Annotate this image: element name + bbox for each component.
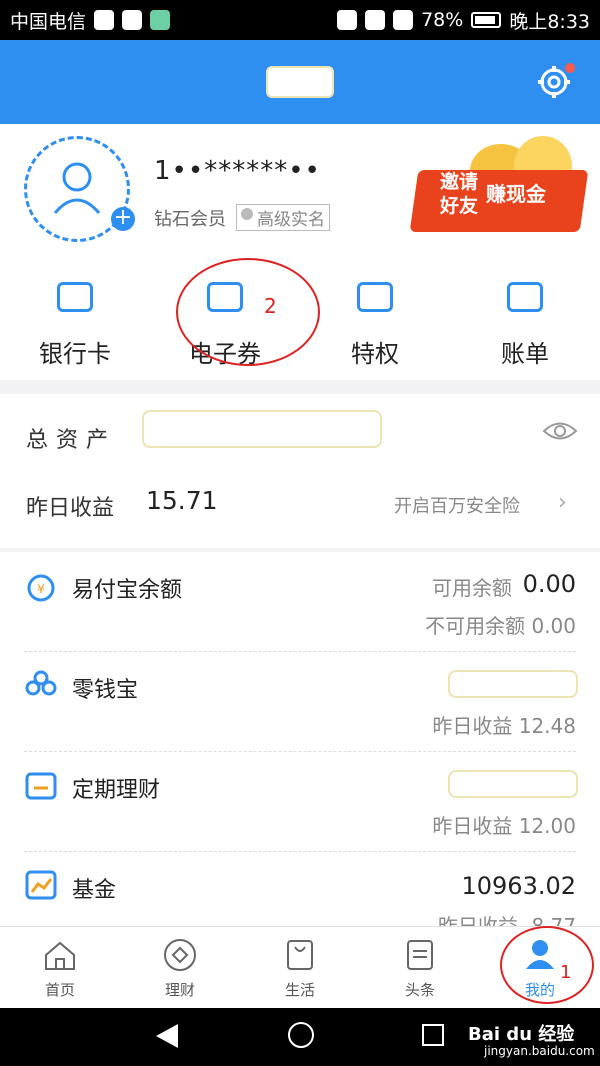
money-bag-icon: ¥ <box>27 574 55 602</box>
battery-percent: 78% <box>421 9 464 31</box>
assets-value-redacted <box>144 412 380 446</box>
status-bar: 中国电信 78% 晚上8:33 <box>0 0 600 40</box>
realname-badge[interactable]: 高级实名 <box>236 204 330 231</box>
notification-dot <box>565 63 575 73</box>
eye-comfort-icon <box>365 10 386 30</box>
home-icon <box>45 941 75 970</box>
carrier-label: 中国电信 <box>10 10 87 33</box>
assets-card: 总资产 昨日收益 15.71 开启百万安全险 › <box>0 394 600 548</box>
watermark: Bai du 经验 <box>468 1024 575 1045</box>
product-value-redacted <box>450 772 576 796</box>
product-name: 零钱宝 <box>72 678 139 703</box>
product-name: 基金 <box>72 878 117 903</box>
app-notification-icon-2 <box>150 10 171 30</box>
quick-label: 特权 <box>351 340 399 368</box>
product-name: 定期理财 <box>72 778 161 803</box>
quick-privilege[interactable]: 特权 <box>300 258 450 380</box>
product-list: ¥ 易付宝余额 可用余额 0.00 不可用余额 0.00 零钱宝 昨日收益 12… <box>0 552 600 926</box>
annotation-circle <box>500 926 594 1004</box>
quick-label: 账单 <box>501 340 549 368</box>
tab-headlines[interactable]: 头条 <box>360 927 480 1008</box>
svg-text:¥: ¥ <box>37 582 45 596</box>
assets-title: 总资产 <box>26 428 117 453</box>
quick-bill[interactable]: 账单 <box>450 258 600 380</box>
yesterday-income-value: 15.71 <box>146 486 218 515</box>
chart-line-icon <box>25 870 57 900</box>
tab-home[interactable]: 首页 <box>0 927 120 1008</box>
product-name: 易付宝余额 <box>72 578 183 603</box>
finance-icon <box>164 939 196 971</box>
eye-icon[interactable] <box>542 420 578 442</box>
product-value: 10963.02 <box>461 872 576 900</box>
recent-apps-icon[interactable] <box>422 1024 444 1046</box>
page-title-redacted <box>268 68 332 96</box>
product-sub2: 昨日收益 12.00 <box>432 814 576 838</box>
member-level: 钻石会员 <box>154 208 226 230</box>
annotation-number: 1 <box>560 962 572 983</box>
news-icon <box>407 940 433 970</box>
list-item-balance[interactable]: ¥ 易付宝余额 可用余额 0.00 不可用余额 0.00 <box>0 552 600 652</box>
crown-icon <box>357 282 393 312</box>
back-icon[interactable] <box>156 1024 178 1048</box>
user-phone: 1••******•• <box>154 156 321 186</box>
tab-label: 头条 <box>404 981 435 999</box>
bill-icon <box>507 282 543 312</box>
invite-line1: 邀请 <box>440 171 479 193</box>
tab-life[interactable]: 生活 <box>240 927 360 1008</box>
clock: 晚上8:33 <box>509 10 590 33</box>
list-item-fund[interactable]: 基金 10963.02 昨日收益 -8.77 <box>0 852 600 926</box>
product-sub: 可用余额 <box>432 576 512 600</box>
member-row: 钻石会员 高级实名 <box>154 204 330 231</box>
watermark-url: jingyan.baidu.com <box>484 1044 595 1058</box>
chevron-right-icon[interactable]: › <box>558 490 567 515</box>
home-button-icon[interactable] <box>288 1022 314 1048</box>
tab-label: 首页 <box>44 981 75 999</box>
product-sub2: 昨日收益 12.48 <box>432 714 576 738</box>
quick-bank-card[interactable]: 银行卡 <box>0 258 150 380</box>
tab-label: 理财 <box>164 981 195 999</box>
product-value-redacted <box>450 672 576 696</box>
battery-icon <box>471 12 502 28</box>
avatar[interactable]: + <box>24 136 135 242</box>
invite-text[interactable]: 邀请 好友 <box>440 170 478 218</box>
insurance-link[interactable]: 开启百万安全险 <box>394 492 520 518</box>
yesterday-income-label: 昨日收益 <box>26 496 115 521</box>
shopping-bag-icon <box>287 940 313 970</box>
app-notification-icon <box>122 10 143 30</box>
add-avatar-icon[interactable]: + <box>111 207 135 231</box>
invite-reward[interactable]: 赚现金 <box>486 178 546 207</box>
wifi-icon <box>393 10 414 30</box>
invite-line2: 好友 <box>440 195 479 217</box>
list-item-fixed-term[interactable]: 定期理财 昨日收益 12.00 <box>0 752 600 852</box>
list-item-lingqianbao[interactable]: 零钱宝 昨日收益 12.48 <box>0 652 600 752</box>
product-value: 0.00 <box>522 570 576 598</box>
quick-label: 银行卡 <box>39 340 111 368</box>
annotation-circle <box>176 258 320 366</box>
tab-finance[interactable]: 理财 <box>120 927 240 1008</box>
bank-card-icon <box>57 282 93 312</box>
annotation-number: 2 <box>264 294 277 318</box>
product-sub2: 昨日收益 -8.77 <box>437 914 576 926</box>
tab-label: 生活 <box>284 981 315 999</box>
alarm-icon <box>337 10 358 30</box>
clover-icon <box>25 670 57 696</box>
calendar-icon <box>25 772 57 800</box>
weather-icon <box>94 10 115 30</box>
product-sub2: 不可用余额 0.00 <box>425 614 576 638</box>
